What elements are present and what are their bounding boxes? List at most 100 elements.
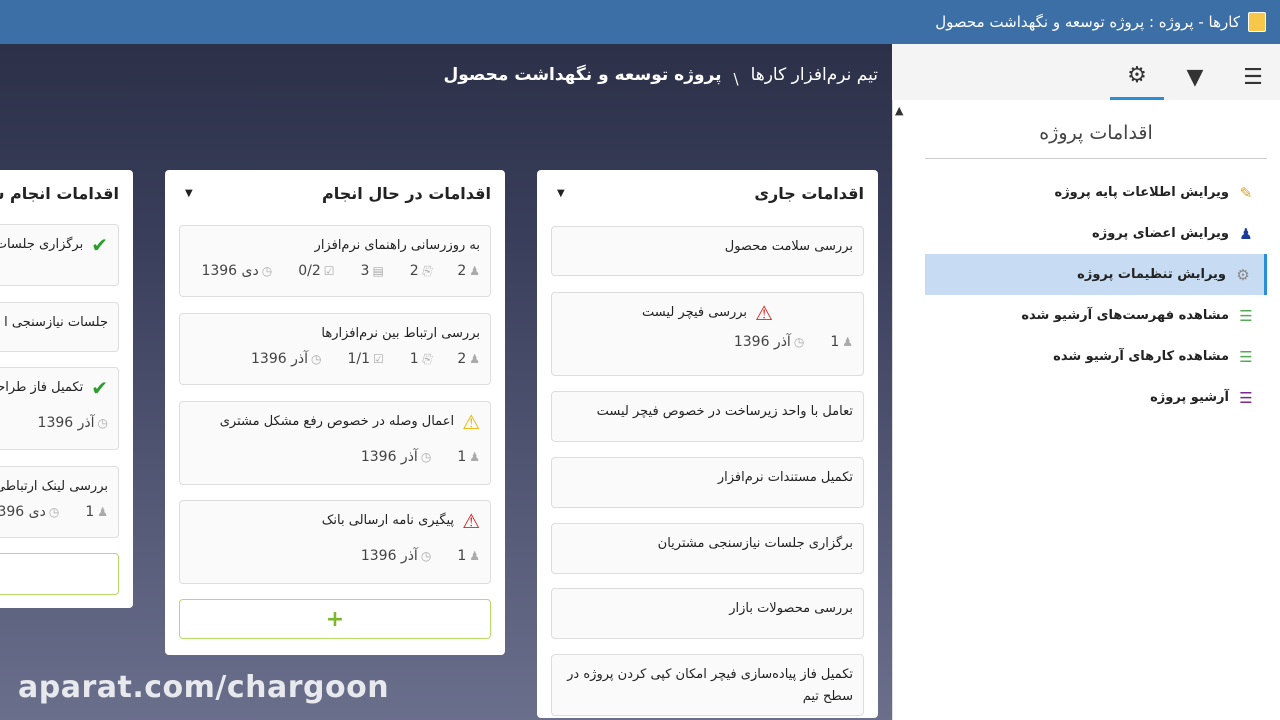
task-card[interactable]: بررسی لینک ارتباطی ♟1 ◷دی 1396	[0, 466, 119, 538]
members-count: 1	[457, 449, 467, 465]
clock-icon: ◷	[793, 335, 805, 349]
member-icon: ♟	[469, 264, 480, 278]
task-title: برگزاری جلسات	[0, 237, 84, 252]
task-title: تعامل با واحد زیرساخت در خصوص فیچر لیست	[596, 404, 853, 419]
task-card[interactable]: ✔ برگزاری جلسات	[0, 224, 119, 286]
checklist-icon: ☑	[323, 264, 335, 278]
task-card[interactable]: تعامل با واحد زیرساخت در خصوص فیچر لیست	[551, 391, 864, 442]
task-card[interactable]: به روزرسانی راهنمای نرم‌افزار ♟ 2 ⎘ 2 ▤ 3 ☑…	[179, 225, 491, 297]
watermark: aparat.com/chargoon	[18, 670, 390, 705]
side-panel: ☰ ▼ ⚙ ▲ اقدامات پروژه ✎ ویرایش اطلاعات پا…	[892, 44, 1280, 720]
attachments-count: 1	[409, 351, 419, 367]
checklist-progress: 0/2	[298, 263, 321, 279]
window-title: کارها - پروژه : پروژه توسعه و نگهداشت مح…	[935, 13, 1240, 31]
task-title: بررسی سلامت محصول	[724, 239, 853, 254]
archived-tasks-icon: ☰	[1239, 347, 1253, 366]
panel-title: اقدامات پروژه	[925, 122, 1267, 159]
menu-item-archived-tasks[interactable]: ☰ مشاهده کارهای آرشیو شده	[925, 336, 1267, 377]
task-card[interactable]: تکمیل فاز پیاده‌سازی فیچر امکان کپی کردن…	[551, 654, 864, 716]
task-card[interactable]: ✔ تکمیل فاز طراحی ◷آذر 1396	[0, 367, 119, 450]
breadcrumb-team[interactable]: تیم نرم‌افزار کارها	[751, 65, 878, 85]
menu-item-archive-project[interactable]: ☰ آرشیو پروژه	[925, 377, 1267, 418]
task-title: بررسی محصولات بازار	[729, 601, 853, 616]
attachment-icon: ⎘	[421, 351, 432, 366]
column-menu-caret-icon[interactable]: ▼	[557, 188, 565, 199]
column-title: اقدامات انجام شده	[0, 183, 119, 203]
breadcrumb-separator: \	[733, 70, 739, 88]
due-date: آذر 1396	[360, 449, 418, 465]
menu-item-edit-basic-info[interactable]: ✎ ویرایش اطلاعات پایه پروژه	[925, 172, 1267, 213]
task-card[interactable]: ⚠ بررسی فیچر لیست ♟ 1 ◷ آذر 1396	[551, 292, 864, 376]
clock-icon: ◷	[97, 416, 108, 430]
title-bar: کارها - پروژه : پروژه توسعه و نگهداشت مح…	[0, 0, 1280, 44]
scroll-up-arrow-icon[interactable]: ▲	[895, 104, 903, 117]
settings-tab[interactable]: ⚙	[1110, 54, 1164, 100]
member-icon: ♟	[469, 352, 480, 366]
task-title: به روزرسانی راهنمای نرم‌افزار	[314, 238, 480, 253]
clock-icon: ◷	[311, 352, 322, 366]
column-title: اقدامات در حال انجام	[322, 183, 491, 203]
project-actions-menu: ✎ ویرایش اطلاعات پایه پروژه ♟ ویرایش اعضای…	[925, 172, 1267, 418]
task-title: تکمیل فاز پیاده‌سازی فیچر امکان کپی کردن…	[567, 667, 853, 704]
clock-icon: ◷	[48, 505, 60, 519]
column-current: اقدامات جاری ▼ بررسی سلامت محصول ⚠ بررسی ف…	[537, 170, 878, 718]
task-title: بررسی ارتباط بین نرم‌افزارها	[321, 326, 480, 341]
warning-yellow-icon: ⚠	[462, 410, 480, 434]
archive-icon: ☰	[1239, 388, 1253, 407]
checklist-progress: 1/1	[347, 351, 371, 367]
edit-settings-icon: ⚙	[1236, 265, 1250, 284]
edit-info-icon: ✎	[1239, 183, 1253, 202]
clock-icon: ◷	[420, 450, 432, 464]
gear-icon: ⚙	[1127, 63, 1147, 88]
menu-item-edit-members[interactable]: ♟ ویرایش اعضای پروژه	[925, 213, 1267, 254]
notes-count: 3	[360, 263, 370, 279]
breadcrumb: تیم نرم‌افزار کارها \ پروژه توسعه و نگهد…	[443, 62, 878, 88]
column-in-progress: اقدامات در حال انجام ▼ به روزرسانی راهنما…	[165, 170, 505, 655]
members-count: 2	[457, 263, 467, 279]
task-card[interactable]: بررسی محصولات بازار	[551, 588, 864, 639]
add-task-button[interactable]: +	[179, 599, 491, 639]
task-title: تکمیل فاز طراحی	[0, 380, 84, 395]
clock-icon: ◷	[420, 549, 432, 563]
task-title: بررسی فیچر لیست	[642, 305, 748, 320]
column-done: اقدامات انجام شده ✔ برگزاری جلسات جلسات ن…	[0, 170, 133, 608]
clock-icon: ◷	[261, 264, 273, 278]
task-title: پیگیری نامه ارسالی بانک	[321, 513, 455, 528]
task-card[interactable]: ⚠ پیگیری نامه ارسالی بانک ♟ 1 ◷ آذر 1396	[179, 500, 491, 584]
member-icon: ♟	[97, 505, 108, 519]
column-menu-caret-icon[interactable]: ▼	[185, 188, 193, 199]
task-card[interactable]: ⚠ اعمال وصله در خصوص رفع مشکل مشتری ♟ 1 ◷ آذ…	[179, 401, 491, 485]
breadcrumb-project: پروژه توسعه و نگهداشت محصول	[443, 65, 722, 85]
task-card[interactable]: برگزاری جلسات نیازسنجی مشتریان	[551, 523, 864, 574]
add-task-button[interactable]	[0, 553, 119, 595]
members-count: 1	[85, 504, 95, 520]
task-card[interactable]: بررسی سلامت محصول	[551, 226, 864, 276]
due-date: دی 1396	[201, 263, 259, 279]
task-title: بررسی لینک ارتباطی	[0, 479, 108, 494]
panel-tabs: ☰ ▼ ⚙	[892, 44, 1280, 100]
list-tab[interactable]: ☰	[1226, 54, 1280, 100]
member-icon: ♟	[842, 335, 853, 349]
menu-item-edit-settings[interactable]: ⚙ ویرایش تنظیمات پروژه	[925, 254, 1267, 295]
filter-tab[interactable]: ▼	[1168, 54, 1222, 100]
task-title: اعمال وصله در خصوص رفع مشکل مشتری	[219, 414, 455, 429]
due-date: ◷ آذر 1396	[733, 334, 805, 350]
filter-icon: ▼	[1186, 64, 1204, 90]
done-check-icon: ✔	[91, 233, 108, 257]
menu-item-archived-lists[interactable]: ☰ مشاهده فهرست‌های آرشیو شده	[925, 295, 1267, 336]
task-card[interactable]: جلسات نیازسنجی ا	[0, 302, 119, 352]
due-date: دی 1396	[0, 504, 46, 520]
task-title: جلسات نیازسنجی ا	[4, 315, 108, 330]
column-title: اقدامات جاری	[754, 183, 864, 203]
warning-red-icon: ⚠	[462, 509, 480, 533]
archived-lists-icon: ☰	[1239, 306, 1253, 325]
notes-icon: ▤	[372, 264, 384, 278]
edit-members-icon: ♟	[1239, 224, 1253, 243]
due-date: آذر 1396	[251, 351, 308, 367]
list-icon: ☰	[1243, 64, 1263, 90]
task-card[interactable]: بررسی ارتباط بین نرم‌افزارها ♟ 2 ⎘ 1 ☑ 1/1 …	[179, 313, 491, 385]
members-count: 2	[457, 351, 467, 367]
due-date: آذر 1396	[360, 548, 418, 564]
warning-red-icon: ⚠	[755, 301, 773, 325]
task-card[interactable]: تکمیل مستندات نرم‌افزار	[551, 457, 864, 508]
